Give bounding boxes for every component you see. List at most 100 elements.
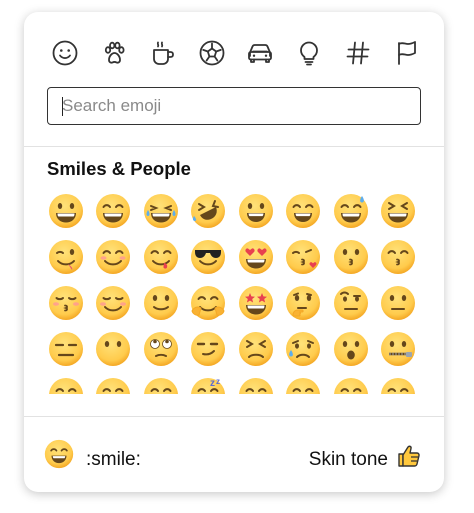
emoji-face-icon bbox=[143, 240, 178, 274]
emoji-slightly-smiling-face[interactable] bbox=[137, 280, 185, 326]
emoji-tired-face[interactable] bbox=[137, 372, 185, 394]
category-tab-objects[interactable] bbox=[294, 38, 324, 68]
emoji-raised-eyebrow[interactable] bbox=[327, 280, 375, 326]
soccer-ball-icon bbox=[199, 40, 224, 66]
emoji-face-icon bbox=[96, 194, 131, 228]
emoji-sweat-smile[interactable] bbox=[327, 188, 375, 234]
emoji-sleepy[interactable] bbox=[90, 372, 138, 394]
svg-text:z: z bbox=[216, 377, 220, 386]
emoji-face-icon bbox=[48, 194, 83, 228]
emoji-face-icon bbox=[238, 332, 273, 366]
search-input[interactable] bbox=[48, 88, 420, 124]
category-tab-food-drink[interactable] bbox=[148, 38, 178, 68]
emoji-grin[interactable] bbox=[90, 188, 138, 234]
emoji-stuck-out-tongue-closed-eyes[interactable] bbox=[375, 372, 423, 394]
skin-tone-label: Skin tone bbox=[308, 449, 388, 470]
emoji-kissing-closed-eyes[interactable] bbox=[42, 280, 90, 326]
emoji-persevere[interactable] bbox=[232, 326, 280, 372]
emoji-face-icon: zz bbox=[191, 377, 226, 394]
preview-shortcode: :smile: bbox=[86, 449, 141, 470]
emoji-face-icon bbox=[286, 240, 321, 274]
emoji-face-icon bbox=[143, 286, 178, 320]
emoji-face-icon bbox=[191, 286, 226, 320]
emoji-joy[interactable] bbox=[137, 188, 185, 234]
emoji-neutral-face[interactable] bbox=[375, 280, 423, 326]
emoji-sleeping[interactable]: zz bbox=[185, 372, 233, 394]
preview-smile-icon bbox=[44, 439, 74, 469]
emoji-thinking[interactable] bbox=[280, 280, 328, 326]
hash-icon bbox=[346, 41, 370, 65]
category-tab-flags[interactable] bbox=[392, 38, 422, 68]
flag-icon bbox=[398, 41, 416, 65]
emoji-yum[interactable] bbox=[137, 234, 185, 280]
emoji-blush[interactable] bbox=[90, 234, 138, 280]
emoji-relieved[interactable] bbox=[232, 372, 280, 394]
category-tab-symbols[interactable] bbox=[343, 38, 373, 68]
emoji-face-icon bbox=[238, 194, 273, 228]
emoji-face-icon bbox=[191, 194, 226, 228]
emoji-heart-eyes[interactable] bbox=[232, 234, 280, 280]
category-tab-animals-nature[interactable] bbox=[99, 38, 129, 68]
emoji-wink[interactable] bbox=[42, 234, 90, 280]
cup-icon bbox=[152, 41, 174, 65]
emoji-smirk[interactable] bbox=[185, 326, 233, 372]
emoji-disappointed-relieved[interactable] bbox=[280, 326, 328, 372]
emoji-scroll-area[interactable]: zz bbox=[42, 188, 432, 394]
emoji-stuck-out-tongue[interactable] bbox=[280, 372, 328, 394]
emoji-roll-eyes[interactable] bbox=[137, 326, 185, 372]
emoji-face-icon bbox=[381, 332, 416, 366]
emoji-face-icon bbox=[96, 378, 131, 394]
emoji-relaxed[interactable] bbox=[90, 280, 138, 326]
emoji-smile[interactable] bbox=[280, 188, 328, 234]
emoji-face-icon bbox=[96, 286, 131, 320]
thumbs-up-icon bbox=[398, 445, 420, 467]
emoji-rofl[interactable] bbox=[185, 188, 233, 234]
emoji-hugs[interactable] bbox=[185, 280, 233, 326]
emoji-grid: zz bbox=[42, 188, 432, 394]
search-box[interactable] bbox=[47, 87, 421, 125]
emoji-face-icon bbox=[286, 332, 321, 366]
emoji-kissing[interactable] bbox=[327, 234, 375, 280]
emoji-star-struck[interactable] bbox=[232, 280, 280, 326]
category-tab-activities[interactable] bbox=[197, 38, 227, 68]
svg-text:z: z bbox=[210, 378, 215, 389]
emoji-face-icon bbox=[48, 332, 83, 366]
emoji-hushed[interactable] bbox=[42, 372, 90, 394]
preview-footer: :smile: Skin tone bbox=[24, 417, 444, 492]
emoji-kissing-smiling-eyes[interactable] bbox=[375, 234, 423, 280]
emoji-face-icon bbox=[143, 332, 178, 366]
emoji-grinning[interactable] bbox=[42, 188, 90, 234]
category-bar bbox=[50, 36, 422, 70]
emoji-face-icon bbox=[143, 194, 178, 228]
emoji-kissing-heart[interactable] bbox=[280, 234, 328, 280]
emoji-face-icon bbox=[333, 240, 368, 274]
emoji-stuck-out-tongue-winking-eye[interactable] bbox=[327, 372, 375, 394]
emoji-face-icon bbox=[191, 240, 226, 274]
smiley-icon bbox=[52, 40, 78, 66]
emoji-expressionless[interactable] bbox=[42, 326, 90, 372]
emoji-no-mouth[interactable] bbox=[90, 326, 138, 372]
emoji-face-icon bbox=[143, 378, 178, 394]
emoji-sunglasses[interactable] bbox=[185, 234, 233, 280]
emoji-open-mouth[interactable] bbox=[327, 326, 375, 372]
emoji-face-icon bbox=[191, 332, 226, 366]
emoji-laughing[interactable] bbox=[375, 188, 423, 234]
car-icon bbox=[248, 44, 273, 63]
emoji-face-icon bbox=[238, 286, 273, 320]
emoji-face-icon bbox=[333, 378, 368, 394]
emoji-face-icon bbox=[333, 194, 368, 228]
emoji-face-icon bbox=[96, 240, 131, 274]
category-tab-smiles-people[interactable] bbox=[50, 38, 80, 68]
emoji-face-icon bbox=[48, 240, 83, 274]
skin-tone-button[interactable] bbox=[396, 443, 422, 469]
emoji-face-icon bbox=[238, 240, 273, 274]
emoji-face-icon bbox=[286, 378, 321, 394]
category-tab-travel-places[interactable] bbox=[245, 38, 275, 68]
emoji-face-icon bbox=[381, 378, 416, 394]
emoji-face-icon bbox=[381, 194, 416, 228]
emoji-face-icon bbox=[333, 332, 368, 366]
emoji-face-icon bbox=[48, 286, 83, 320]
emoji-zipper-mouth[interactable] bbox=[375, 326, 423, 372]
text-caret bbox=[62, 97, 63, 116]
emoji-smiley[interactable] bbox=[232, 188, 280, 234]
